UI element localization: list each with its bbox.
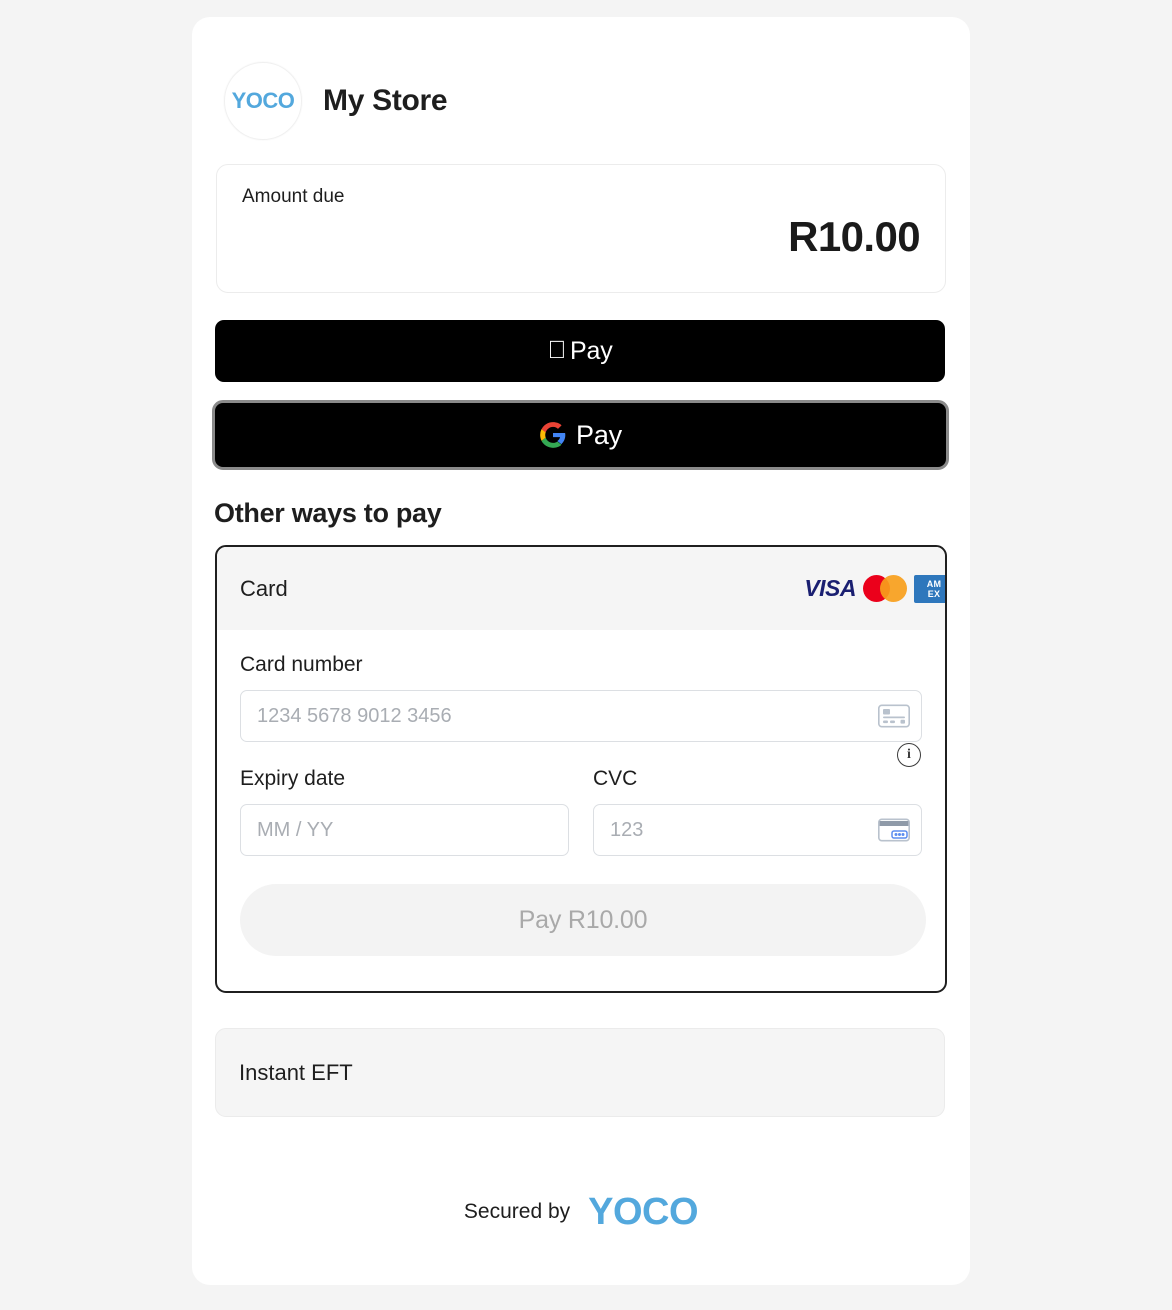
google-pay-button[interactable]: Pay <box>212 400 949 470</box>
apple-pay-label: Pay <box>560 336 613 365</box>
instant-eft-method[interactable]: Instant EFT <box>215 1028 945 1117</box>
amex-line-2: EX <box>927 588 941 599</box>
card-method-title: Card <box>240 575 288 601</box>
cvc-field-group: CVC <box>593 767 922 856</box>
expiry-cvc-row: i Expiry date CVC <box>240 743 922 856</box>
card-brand-logos: VISA AM EX <box>804 574 945 603</box>
google-pay-content: Pay <box>539 420 622 451</box>
other-ways-heading: Other ways to pay <box>214 498 442 528</box>
expiry-input-wrap <box>240 804 569 856</box>
card-number-input-wrap <box>240 690 922 742</box>
instant-eft-title: Instant EFT <box>239 1059 353 1085</box>
cvc-info-icon[interactable]: i <box>897 743 921 767</box>
checkout-card: YOCO My Store Amount due R10.00  Pay Ot… <box>192 17 970 1285</box>
card-payment-method: Card VISA AM EX Card number 1234 5678 90… <box>215 545 947 993</box>
card-number-input[interactable] <box>240 690 922 742</box>
apple-pay-label-wrap:  Pay <box>547 337 612 366</box>
amount-due-panel: Amount due R10.00 <box>216 164 946 293</box>
card-method-header[interactable]: Card VISA AM EX <box>217 547 945 630</box>
pay-submit-button[interactable]: Pay R10.00 <box>240 884 926 956</box>
merchant-header: YOCO My Store <box>192 17 970 140</box>
amex-icon: AM EX <box>914 574 945 603</box>
merchant-name: My Store <box>323 84 448 117</box>
yoco-footer-logo-icon: YOCO <box>588 1191 699 1233</box>
card-form: Card number i Expiry date <box>217 630 945 956</box>
visa-icon: VISA <box>804 575 856 601</box>
yoco-logo-icon: YOCO <box>224 62 302 140</box>
expiry-field-group: Expiry date <box>240 767 569 856</box>
merchant-logo-text: YOCO <box>231 88 295 113</box>
google-pay-label: Pay <box>576 419 622 450</box>
amount-due-value: R10.00 <box>788 213 920 260</box>
expiry-input[interactable] <box>240 804 569 856</box>
mastercard-icon <box>863 575 907 602</box>
checkout-page: YOCO My Store Amount due R10.00  Pay Ot… <box>0 0 1172 1310</box>
amex-line-1: AM <box>926 578 942 589</box>
apple-pay-button[interactable]:  Pay <box>215 320 945 382</box>
apple-logo-icon:  <box>547 337 566 363</box>
secured-by-footer: Secured by YOCO <box>192 1193 970 1231</box>
expiry-label: Expiry date <box>240 767 346 790</box>
card-number-label: Card number <box>240 653 363 676</box>
cvc-input[interactable] <box>593 804 922 856</box>
google-logo-icon <box>540 422 566 448</box>
amount-due-label: Amount due <box>242 186 345 207</box>
cvc-label: CVC <box>593 767 638 790</box>
secured-by-text: Secured by <box>463 1200 571 1223</box>
cvc-input-wrap <box>593 804 922 856</box>
